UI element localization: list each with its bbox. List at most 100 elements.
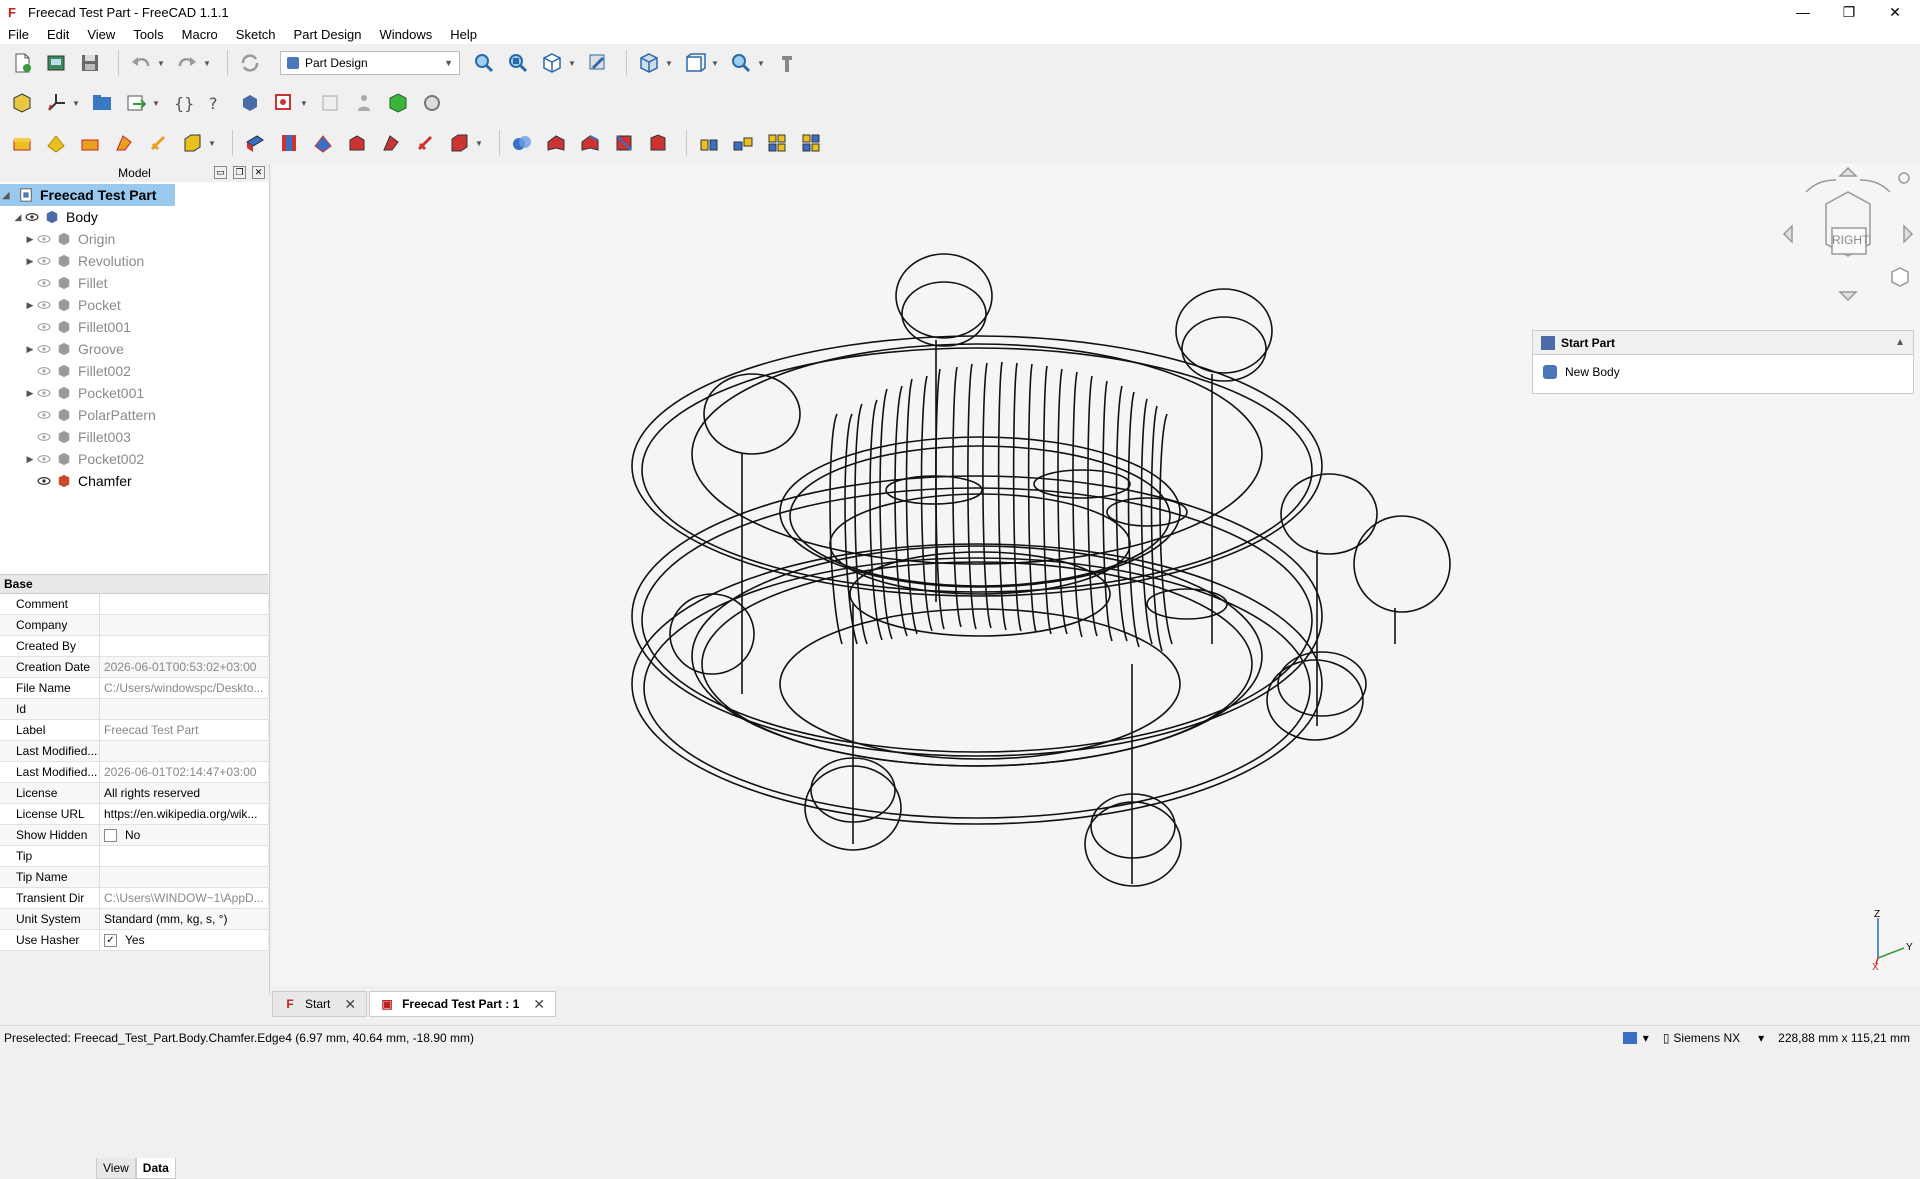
binder-dropdown-icon[interactable]: ▼ [300, 89, 308, 117]
property-value-cell[interactable]: C:/Users/windowspc/Deskto... [100, 678, 268, 698]
mirrored-icon[interactable] [695, 129, 723, 157]
property-row[interactable]: Use Hasher ✓ Yes [0, 930, 268, 951]
subtractive-helix-icon[interactable] [411, 129, 439, 157]
zoom-icon[interactable] [727, 49, 755, 77]
property-value-cell[interactable] [100, 615, 268, 635]
tree-item-groove[interactable]: ▶ Groove [0, 338, 269, 360]
shape-binder-icon[interactable] [270, 89, 298, 117]
tab-view[interactable]: View [96, 1158, 136, 1179]
property-row[interactable]: Company [0, 615, 268, 636]
hole-icon[interactable] [275, 129, 303, 157]
menu-view[interactable]: View [87, 27, 115, 42]
property-row[interactable]: Id [0, 699, 268, 720]
property-value-cell[interactable]: C:\Users\WINDOW~1\AppD... [100, 888, 268, 908]
whats-this-icon[interactable] [773, 49, 801, 77]
navigation-cube[interactable]: RIGHT [1776, 164, 1920, 304]
sub-shape-binder-icon[interactable] [384, 89, 412, 117]
workbench-selector[interactable]: Part Design ▼ [280, 51, 460, 75]
thickness-icon[interactable] [644, 129, 672, 157]
property-value-cell[interactable] [100, 636, 268, 656]
refresh-icon[interactable] [236, 49, 264, 77]
draw-style-dropdown-icon[interactable]: ▼ [711, 49, 719, 77]
additive-primitive-icon[interactable] [178, 129, 206, 157]
isometric-view-icon[interactable] [538, 49, 566, 77]
tree-item-polarpattern[interactable]: PolarPattern [0, 404, 269, 426]
tree-item-pocket002[interactable]: ▶ Pocket002 [0, 448, 269, 470]
tree-item-pocket001[interactable]: ▶ Pocket001 [0, 382, 269, 404]
additive-dropdown-icon[interactable]: ▼ [208, 129, 216, 157]
property-row[interactable]: Label Freecad Test Part [0, 720, 268, 741]
fit-selection-icon[interactable] [504, 49, 532, 77]
polar-pattern-icon[interactable] [763, 129, 791, 157]
property-row[interactable]: Tip Name [0, 867, 268, 888]
property-row[interactable]: File Name C:/Users/windowspc/Deskto... [0, 678, 268, 699]
tree-item-fillet003[interactable]: Fillet003 [0, 426, 269, 448]
std-views-dropdown-icon[interactable]: ▼ [665, 49, 673, 77]
chevron-up-icon[interactable]: ▲ [1895, 337, 1905, 348]
property-row[interactable]: Unit System Standard (mm, kg, s, °) [0, 909, 268, 930]
expand-arrow-icon[interactable]: ▶ [24, 300, 36, 311]
property-value-cell[interactable] [100, 867, 268, 887]
eye-hidden-icon[interactable] [36, 254, 52, 268]
draft-icon[interactable] [610, 129, 638, 157]
property-row[interactable]: Show Hidden No [0, 825, 268, 846]
datum-icon[interactable] [42, 89, 70, 117]
fit-all-icon[interactable] [470, 49, 498, 77]
tree-item-body[interactable]: ◢ Body [0, 206, 269, 228]
property-row[interactable]: Comment [0, 594, 268, 615]
std-views-icon[interactable] [635, 49, 663, 77]
eye-hidden-icon[interactable] [36, 452, 52, 466]
close-panel-icon[interactable]: ✕ [252, 166, 265, 179]
property-value-cell[interactable]: 2026-06-01T00:53:02+03:00 [100, 657, 268, 677]
tree-root-document[interactable]: ◢ Freecad Test Part [0, 184, 175, 206]
eye-hidden-icon[interactable] [36, 320, 52, 334]
eye-hidden-icon[interactable] [36, 386, 52, 400]
color-indicator[interactable]: ▾ [1622, 1031, 1649, 1045]
property-row[interactable]: Last Modified... 2026-06-01T02:14:47+03:0… [0, 762, 268, 783]
multi-transform-icon[interactable] [797, 129, 825, 157]
subtractive-pipe-icon[interactable] [377, 129, 405, 157]
close-tab-icon[interactable]: ✕ [344, 996, 356, 1013]
subtractive-loft-icon[interactable] [343, 129, 371, 157]
linear-pattern-icon[interactable] [729, 129, 757, 157]
property-row[interactable]: Creation Date 2026-06-01T00:53:02+03:00 [0, 657, 268, 678]
property-value-cell[interactable]: https://en.wikipedia.org/wik... [100, 804, 268, 824]
expand-arrow-icon[interactable]: ▶ [24, 388, 36, 399]
property-value-cell[interactable]: Standard (mm, kg, s, °) [100, 909, 268, 929]
redo-dropdown-icon[interactable]: ▼ [203, 49, 211, 77]
datum-dropdown-icon[interactable]: ▼ [72, 89, 80, 117]
collapse-arrow-icon[interactable]: ◢ [12, 212, 24, 223]
menu-file[interactable]: File [8, 27, 29, 42]
help-icon[interactable]: ? [202, 89, 230, 117]
zoom-dropdown-icon[interactable]: ▼ [757, 49, 765, 77]
property-row[interactable]: Created By [0, 636, 268, 657]
redo-icon[interactable] [173, 49, 201, 77]
tab-document[interactable]: ▣ Freecad Test Part : 1 ✕ [369, 991, 556, 1017]
pipe-icon[interactable] [110, 129, 138, 157]
pocket-icon[interactable] [241, 129, 269, 157]
property-value-cell[interactable]: All rights reserved [100, 783, 268, 803]
body-icon[interactable] [236, 89, 264, 117]
close-button[interactable]: ✕ [1872, 0, 1918, 24]
revolution-icon[interactable] [42, 129, 70, 157]
subtractive-dropdown-icon[interactable]: ▼ [475, 129, 483, 157]
property-row[interactable]: License URL https://en.wikipedia.org/wik.… [0, 804, 268, 825]
link-dropdown-icon[interactable]: ▼ [152, 89, 160, 117]
float-icon[interactable]: ❐ [233, 166, 246, 179]
property-value-cell[interactable] [100, 594, 268, 614]
subtractive-primitive-icon[interactable] [445, 129, 473, 157]
measure-icon[interactable] [584, 49, 612, 77]
navigation-style-selector[interactable]: ▯ Siemens NX ▾ [1663, 1031, 1764, 1045]
expand-arrow-icon[interactable]: ▶ [24, 234, 36, 245]
expand-arrow-icon[interactable]: ▶ [24, 256, 36, 267]
maximize-button[interactable]: ❐ [1826, 0, 1872, 24]
property-value-cell[interactable]: ✓ Yes [100, 930, 268, 950]
tab-data[interactable]: Data [135, 1158, 176, 1179]
expand-arrow-icon[interactable]: ▶ [24, 344, 36, 355]
chamfer-icon[interactable] [576, 129, 604, 157]
collapse-arrow-icon[interactable]: ◢ [0, 190, 12, 201]
part-container-icon[interactable] [88, 89, 116, 117]
eye-hidden-icon[interactable] [36, 430, 52, 444]
eye-hidden-icon[interactable] [36, 276, 52, 290]
collapse-icon[interactable]: ▭ [214, 166, 227, 179]
